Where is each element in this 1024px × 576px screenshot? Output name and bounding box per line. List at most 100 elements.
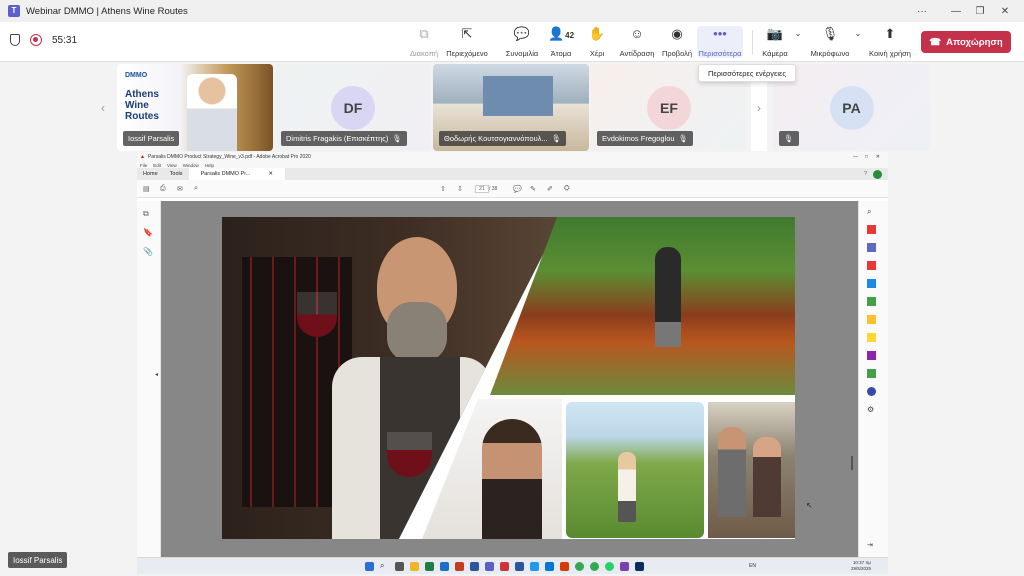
- menu-view[interactable]: View: [167, 163, 177, 168]
- camera-options-button[interactable]: ⌄: [794, 26, 802, 58]
- word-icon[interactable]: [515, 562, 524, 571]
- reaction-button[interactable]: ☺ Αντίδραση: [617, 26, 657, 58]
- acrobat-titlebar: ▲ Parsalis DMMO Product Strategy_Wine_v3…: [137, 152, 888, 162]
- protect-icon[interactable]: [867, 387, 876, 396]
- participant-tile[interactable]: Θοδωρής Κουτσογιαννόπουλ... 🎙: [433, 64, 589, 151]
- search-icon[interactable]: ⌕: [194, 185, 198, 193]
- excel-icon[interactable]: [425, 562, 434, 571]
- chrome-icon[interactable]: [575, 562, 584, 571]
- pen-icon[interactable]: ✎: [530, 185, 536, 193]
- expand-left-icon[interactable]: ◂: [155, 371, 158, 378]
- wine-glass: [387, 432, 432, 477]
- combine-files-icon[interactable]: [867, 243, 876, 252]
- email-icon[interactable]: ✉: [177, 185, 183, 193]
- camera-button[interactable]: 📷 Κάμερα: [760, 26, 790, 58]
- app-icon[interactable]: [500, 562, 509, 571]
- close-window-button[interactable]: ✕: [992, 0, 1018, 22]
- edit-pdf-icon[interactable]: [867, 297, 876, 306]
- participants-prev-button[interactable]: ‹: [95, 64, 111, 151]
- taskbar-clock[interactable]: 10:37 πμ 29/5/2025: [851, 560, 871, 572]
- microphone-button[interactable]: 🎙 Μικρόφωνο: [808, 26, 852, 58]
- microphone-options-button[interactable]: ⌄: [854, 26, 862, 58]
- acrobat-restore-icon[interactable]: □: [865, 154, 868, 160]
- attachment-icon[interactable]: 📎: [143, 247, 153, 256]
- meeting-timer: 55:31: [52, 34, 78, 46]
- microphone-label: Μικρόφωνο: [810, 49, 850, 58]
- outlook-icon[interactable]: [440, 562, 449, 571]
- menu-file[interactable]: File: [140, 163, 147, 168]
- tab-home[interactable]: Home: [137, 168, 164, 180]
- meeting-toolbar: 55:31 ⧉ Διακοπή ⇱ Περιεχόμενο 💬 Συνομιλί…: [0, 22, 1024, 62]
- mic-muted-icon: 🎙: [678, 134, 689, 143]
- acrobat-tabs: Home Tools Parsalis DMMO Pr... ✕ ?: [137, 168, 888, 180]
- scrollbar[interactable]: [851, 456, 853, 470]
- zoom-icon[interactable]: ⌕: [867, 207, 876, 216]
- participant-tile[interactable]: PA 🎙: [773, 64, 930, 151]
- start-icon[interactable]: [365, 562, 374, 571]
- more-tools-icon[interactable]: ⚙: [867, 405, 876, 414]
- page-down-icon[interactable]: ⇩: [457, 185, 463, 193]
- create-pdf-icon[interactable]: [867, 225, 876, 234]
- window-titlebar: T Webinar DMMO | Athens Wine Routes ··· …: [0, 0, 1024, 22]
- organize-pages-icon[interactable]: [867, 261, 876, 270]
- search-icon[interactable]: ⌕: [380, 561, 389, 570]
- leave-button[interactable]: ☎ Αποχώρηση: [921, 31, 1011, 53]
- task-view-icon[interactable]: [395, 562, 404, 571]
- print-icon[interactable]: ⎙: [160, 185, 166, 193]
- more-window-options-icon[interactable]: ···: [909, 0, 935, 22]
- restore-button[interactable]: ❐: [967, 0, 993, 22]
- menu-help[interactable]: Help: [205, 163, 214, 168]
- whatsapp-icon[interactable]: [605, 562, 614, 571]
- page-number-input[interactable]: 21: [475, 184, 489, 193]
- scan-icon[interactable]: [867, 369, 876, 378]
- man-beard: [387, 302, 447, 362]
- content-button[interactable]: ⇱ Περιεχόμενο: [444, 26, 490, 58]
- people-button[interactable]: 👤42 Άτομα: [545, 26, 577, 58]
- tab-tools[interactable]: Tools: [164, 168, 189, 180]
- more-icon: •••: [713, 26, 727, 41]
- comment-tool-icon[interactable]: [867, 333, 876, 342]
- close-tab-icon[interactable]: ✕: [262, 168, 279, 180]
- help-icon[interactable]: ?: [858, 168, 873, 180]
- chrome-icon[interactable]: [590, 562, 599, 571]
- sign-icon[interactable]: ⛭: [564, 185, 570, 193]
- collapse-rail-icon[interactable]: ⇥: [867, 541, 876, 550]
- menu-window[interactable]: Window: [183, 163, 199, 168]
- raise-hand-button[interactable]: ✋ Χέρι: [585, 26, 609, 58]
- send-for-signature-icon[interactable]: [867, 351, 876, 360]
- acrobat-taskbar-icon[interactable]: [635, 562, 644, 571]
- participant-tile[interactable]: DF Dimitris Fragakis (Επισκέπτης) 🎙: [275, 64, 431, 151]
- save-icon[interactable]: ▤: [143, 185, 150, 193]
- page-up-icon[interactable]: ⇧: [440, 185, 446, 193]
- menu-edit[interactable]: Edit: [153, 163, 161, 168]
- camera-label: Κάμερα: [762, 49, 788, 58]
- app-icon[interactable]: [620, 562, 629, 571]
- minimize-button[interactable]: —: [943, 0, 969, 22]
- person-figure: [718, 427, 746, 517]
- fill-sign-icon[interactable]: [867, 315, 876, 324]
- acrobat-close-icon[interactable]: ✕: [876, 154, 880, 160]
- powerpoint-icon[interactable]: [455, 562, 464, 571]
- acrobat-minimize-icon[interactable]: —: [853, 154, 858, 160]
- app-icon[interactable]: [560, 562, 569, 571]
- stop-share-button[interactable]: ⧉ Διακοπή: [405, 26, 443, 58]
- bookmark-icon[interactable]: 🔖: [143, 228, 153, 237]
- participant-tile[interactable]: DMMO Athens Wine Routes Iossif Parsalis: [117, 64, 273, 151]
- participant-name: Dimitris Fragakis (Επισκέπτης): [286, 134, 389, 143]
- teams-icon[interactable]: [485, 562, 494, 571]
- view-button[interactable]: ◉ Προβολή: [659, 26, 695, 58]
- app-icon[interactable]: [530, 562, 539, 571]
- more-button[interactable]: ••• Περισσότερα: [697, 26, 743, 58]
- word-icon[interactable]: [470, 562, 479, 571]
- file-explorer-icon[interactable]: [410, 562, 419, 571]
- comment-icon[interactable]: 💬: [513, 185, 522, 193]
- thumbnails-icon[interactable]: ⧉: [143, 209, 149, 219]
- share-button[interactable]: ⬆ Κοινή χρήση: [868, 26, 912, 58]
- user-account-icon[interactable]: [873, 169, 882, 179]
- highlight-icon[interactable]: ✐: [547, 185, 553, 193]
- tab-document[interactable]: Parsalis DMMO Pr... ✕: [188, 168, 285, 180]
- export-pdf-icon[interactable]: [867, 279, 876, 288]
- edge-icon[interactable]: [545, 562, 554, 571]
- chat-button[interactable]: 💬 Συνομιλία: [502, 26, 542, 58]
- language-indicator[interactable]: EN: [749, 563, 756, 569]
